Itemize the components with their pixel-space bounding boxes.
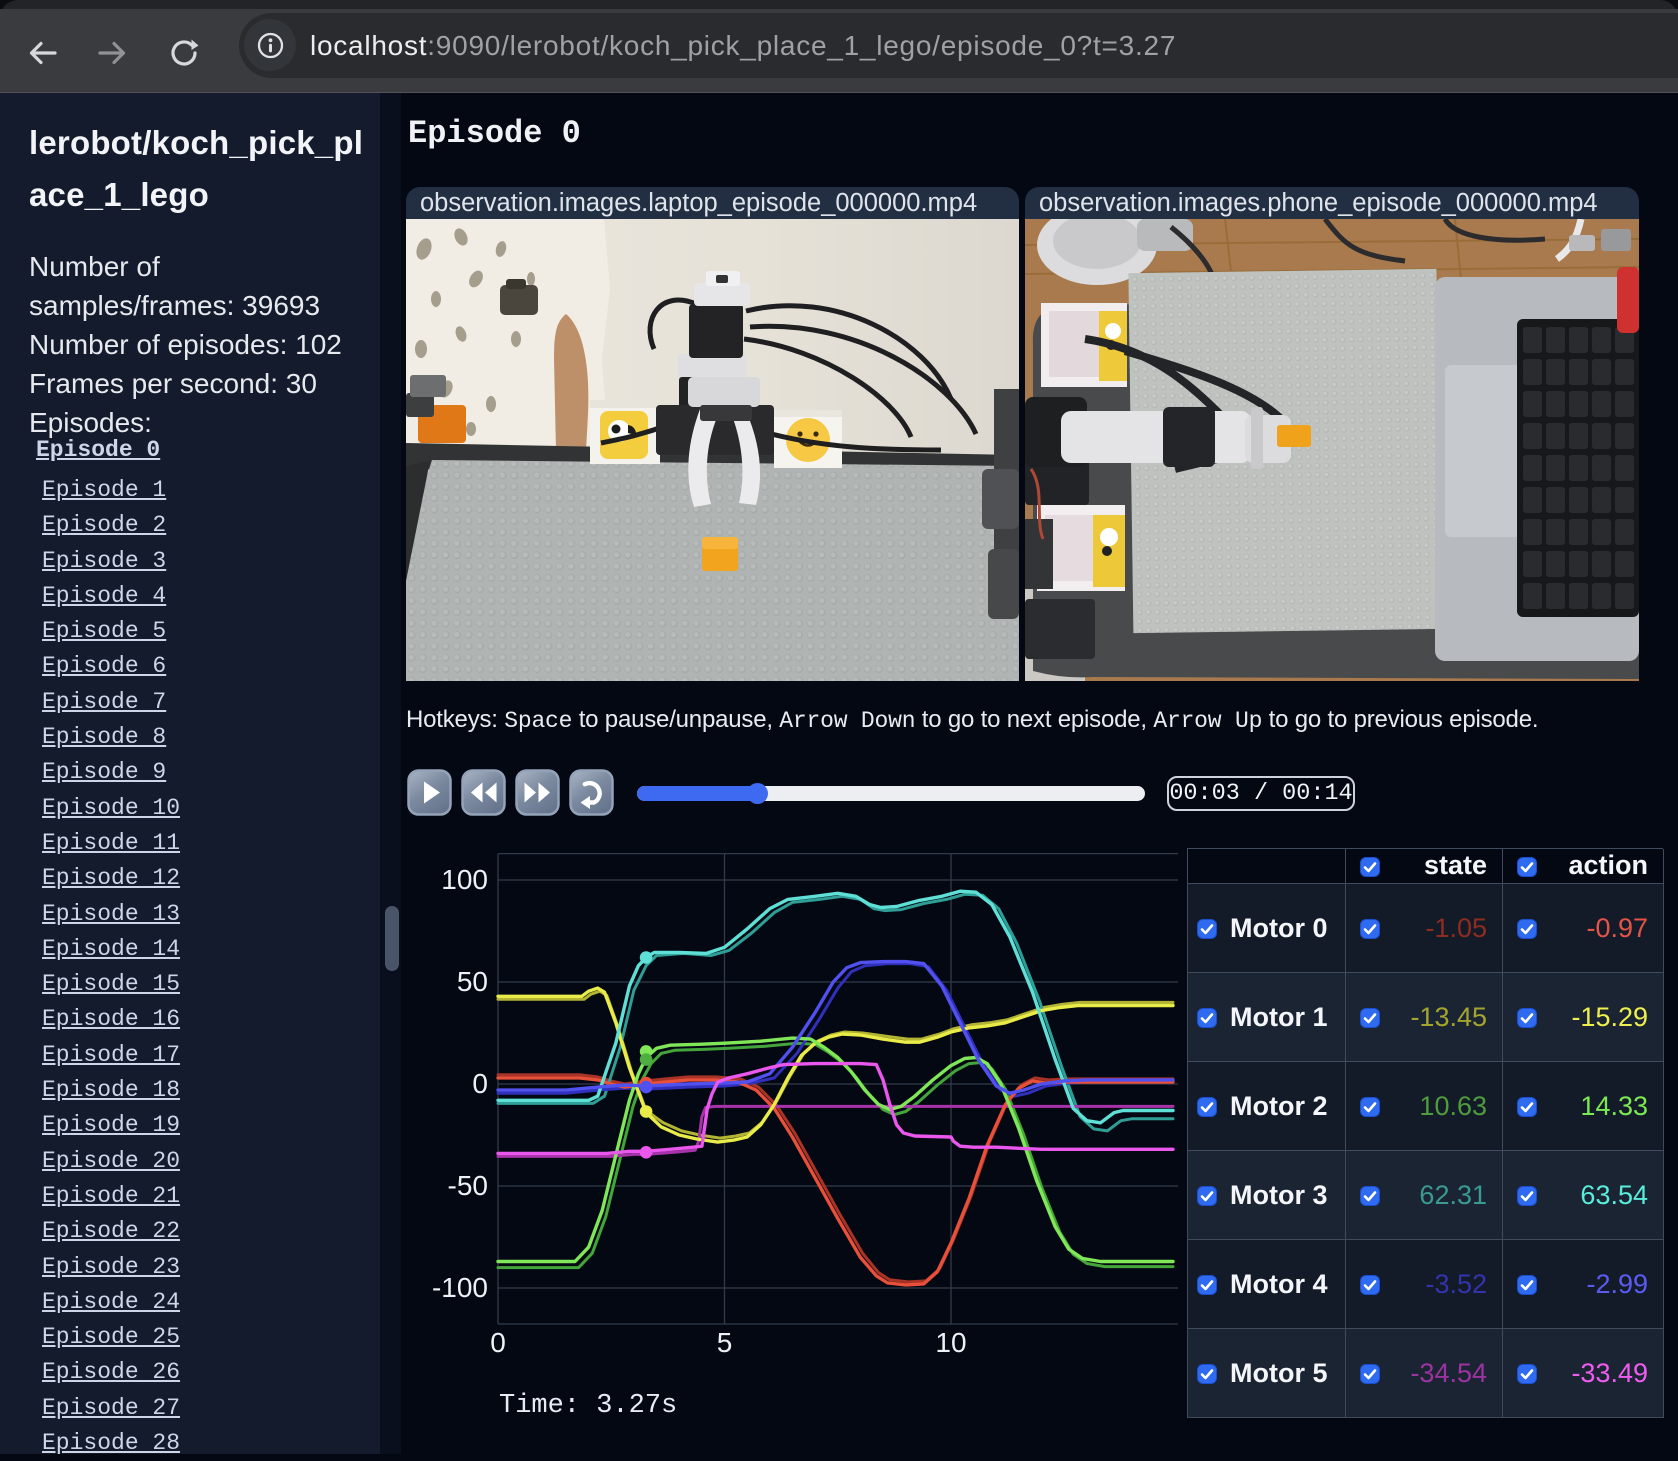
svg-text:-50: -50 bbox=[448, 1170, 488, 1201]
svg-text:100: 100 bbox=[441, 864, 488, 895]
svg-text:Time: 3.27s: Time: 3.27s bbox=[499, 1391, 677, 1420]
svg-text:-100: -100 bbox=[432, 1272, 488, 1303]
svg-text:10: 10 bbox=[935, 1327, 966, 1358]
svg-text:50: 50 bbox=[457, 966, 488, 997]
svg-text:5: 5 bbox=[717, 1327, 733, 1358]
svg-text:0: 0 bbox=[472, 1068, 488, 1099]
svg-text:0: 0 bbox=[490, 1327, 506, 1358]
